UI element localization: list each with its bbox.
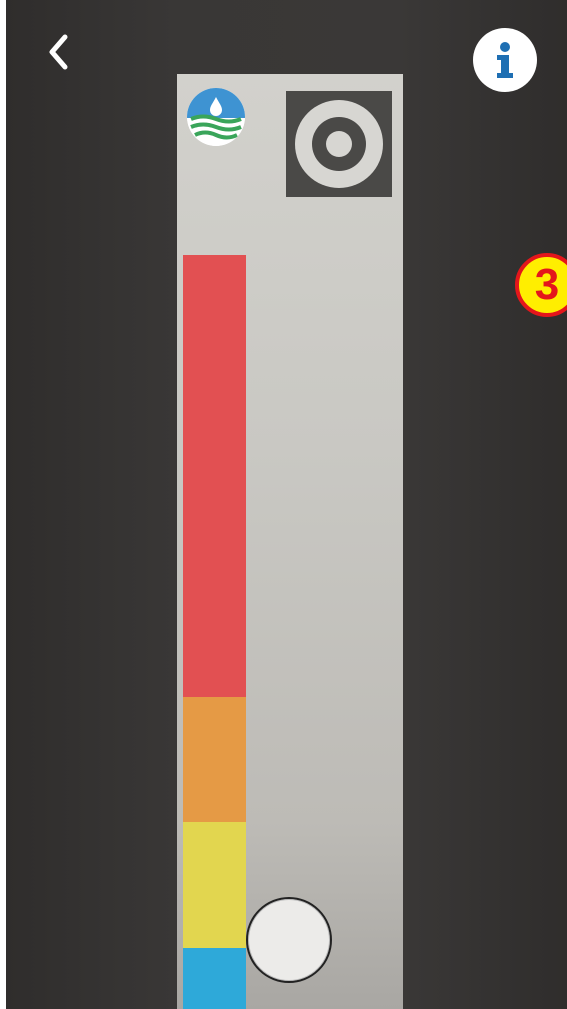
test-strip <box>177 74 403 1009</box>
color-segment-orange <box>183 697 246 822</box>
step-number-label: 3 <box>534 260 560 309</box>
color-segment-red <box>183 255 246 697</box>
color-segment-yellow <box>183 822 246 948</box>
info-button[interactable] <box>473 28 537 92</box>
info-icon <box>497 42 513 78</box>
step-number-badge: 3 <box>515 253 567 317</box>
color-scale-bar <box>183 255 246 1009</box>
chevron-left-icon <box>49 34 68 70</box>
ring-target-icon <box>286 91 392 197</box>
camera-preview: 3 <box>6 0 567 1009</box>
shutter-button[interactable] <box>246 897 332 983</box>
water-logo-icon <box>187 88 245 146</box>
color-segment-blue <box>183 948 246 1009</box>
back-button[interactable] <box>34 28 82 76</box>
